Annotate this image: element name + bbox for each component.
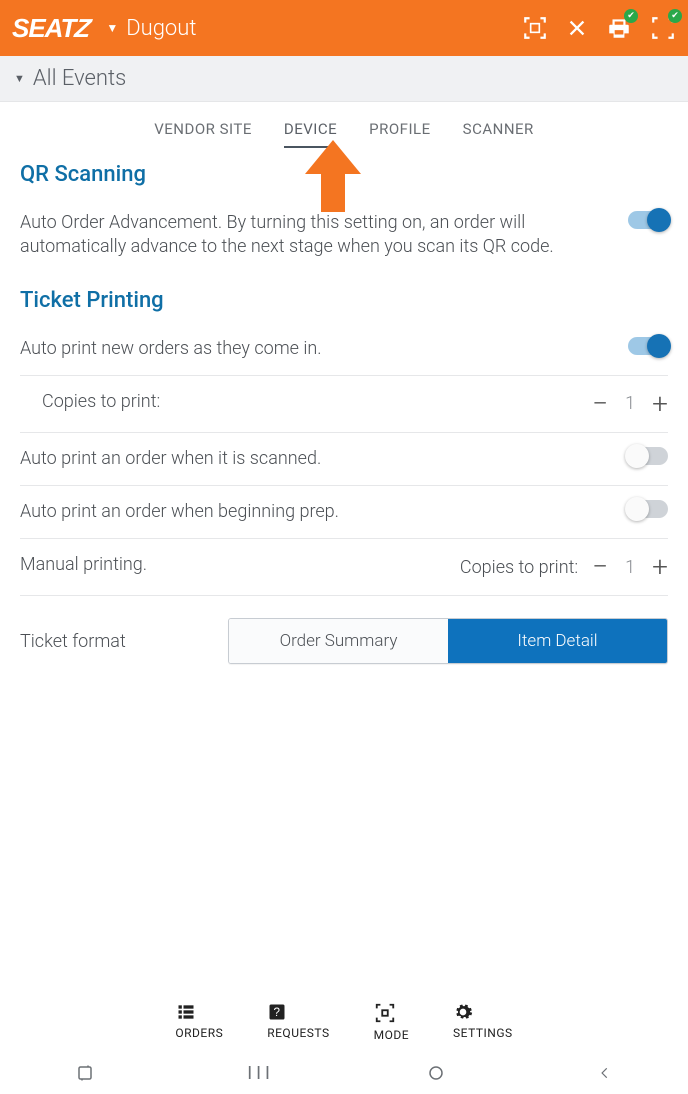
auto-print-new-toggle[interactable] <box>628 337 668 355</box>
bottom-tabbar: ORDERS ? REQUESTS MODE SETTINGS <box>0 992 688 1052</box>
tab-device[interactable]: DEVICE <box>284 120 337 138</box>
events-dropdown[interactable]: ▼ All Events <box>0 56 688 102</box>
screenshot-icon[interactable] <box>76 1064 94 1082</box>
manual-printing-label: Manual printing. <box>20 553 460 577</box>
auto-order-advancement-text: Auto Order Advancement. By turning this … <box>20 211 628 260</box>
home-button[interactable] <box>427 1064 445 1082</box>
tab-profile[interactable]: PROFILE <box>369 120 431 138</box>
annotation-arrow-icon <box>305 140 361 212</box>
copies-decrement-button[interactable]: − <box>592 390 608 418</box>
tabbar-orders[interactable]: ORDERS <box>175 1002 223 1042</box>
tab-vendor-site[interactable]: VENDOR SITE <box>154 120 252 138</box>
events-label: All Events <box>33 66 126 91</box>
android-navbar: III <box>0 1052 688 1094</box>
chevron-down-icon: ▼ <box>14 72 25 85</box>
app-logo: SEATZ <box>12 13 90 44</box>
auto-print-scanned-toggle[interactable] <box>628 447 668 465</box>
printer-status-icon[interactable]: ✔ <box>606 15 632 41</box>
svg-text:?: ? <box>274 1006 281 1019</box>
auto-print-prep-toggle[interactable] <box>628 500 668 518</box>
check-badge-icon: ✔ <box>668 9 682 23</box>
manual-printing-row: Manual printing. Copies to print: − 1 + <box>20 539 668 596</box>
auto-print-scanned-text: Auto print an order when it is scanned. <box>20 447 628 471</box>
tab-scanner[interactable]: SCANNER <box>463 120 534 138</box>
qr-mode-icon <box>374 1002 409 1024</box>
auto-order-advancement-toggle[interactable] <box>628 211 668 229</box>
header-actions: ✔ ✔ <box>522 15 676 41</box>
close-icon[interactable] <box>566 17 588 39</box>
tabbar-requests[interactable]: ? REQUESTS <box>267 1002 329 1042</box>
tabbar-requests-label: REQUESTS <box>267 1026 329 1040</box>
ticket-format-label: Ticket format <box>20 631 126 652</box>
auto-print-new-row: Auto print new orders as they come in. <box>20 323 668 376</box>
scanner-status-icon[interactable]: ✔ <box>650 15 676 41</box>
printing-section-title: Ticket Printing <box>20 288 668 313</box>
help-icon: ? <box>267 1002 329 1022</box>
gear-icon <box>453 1002 513 1022</box>
manual-copies-value: 1 <box>624 557 636 578</box>
ticket-format-segmented: Order Summary Item Detail <box>228 618 668 664</box>
tabbar-settings-label: SETTINGS <box>453 1026 513 1040</box>
auto-print-prep-row: Auto print an order when beginning prep. <box>20 486 668 539</box>
tabbar-mode[interactable]: MODE <box>374 1002 409 1042</box>
venue-name[interactable]: Dugout <box>126 16 196 41</box>
auto-print-prep-text: Auto print an order when beginning prep. <box>20 500 628 524</box>
tabbar-settings[interactable]: SETTINGS <box>453 1002 513 1042</box>
manual-copies-increment-button[interactable]: + <box>652 553 668 581</box>
auto-print-new-text: Auto print new orders as they come in. <box>20 337 628 361</box>
settings-content: QR Scanning Auto Order Advancement. By t… <box>0 150 688 678</box>
list-icon <box>175 1002 223 1022</box>
ticket-format-item-detail[interactable]: Item Detail <box>448 619 667 663</box>
ticket-format-order-summary[interactable]: Order Summary <box>229 619 448 663</box>
copies-to-print-row: Copies to print: − 1 + <box>20 376 668 433</box>
check-badge-icon: ✔ <box>624 9 638 23</box>
manual-copies-label: Copies to print: <box>460 557 578 578</box>
manual-copies-decrement-button[interactable]: − <box>592 553 608 581</box>
venue-dropdown-caret[interactable]: ▼ <box>106 21 118 35</box>
copies-value: 1 <box>624 393 636 414</box>
ticket-format-row: Ticket format Order Summary Item Detail <box>20 596 668 678</box>
app-header: SEATZ ▼ Dugout ✔ ✔ <box>0 0 688 56</box>
copies-label: Copies to print: <box>42 390 592 414</box>
auto-print-scanned-row: Auto print an order when it is scanned. <box>20 433 668 486</box>
copies-increment-button[interactable]: + <box>652 390 668 418</box>
recents-button[interactable]: III <box>247 1063 274 1084</box>
tabbar-mode-label: MODE <box>374 1028 409 1042</box>
qr-scan-icon[interactable] <box>522 15 548 41</box>
back-button[interactable] <box>598 1064 612 1082</box>
tabbar-orders-label: ORDERS <box>175 1026 223 1040</box>
